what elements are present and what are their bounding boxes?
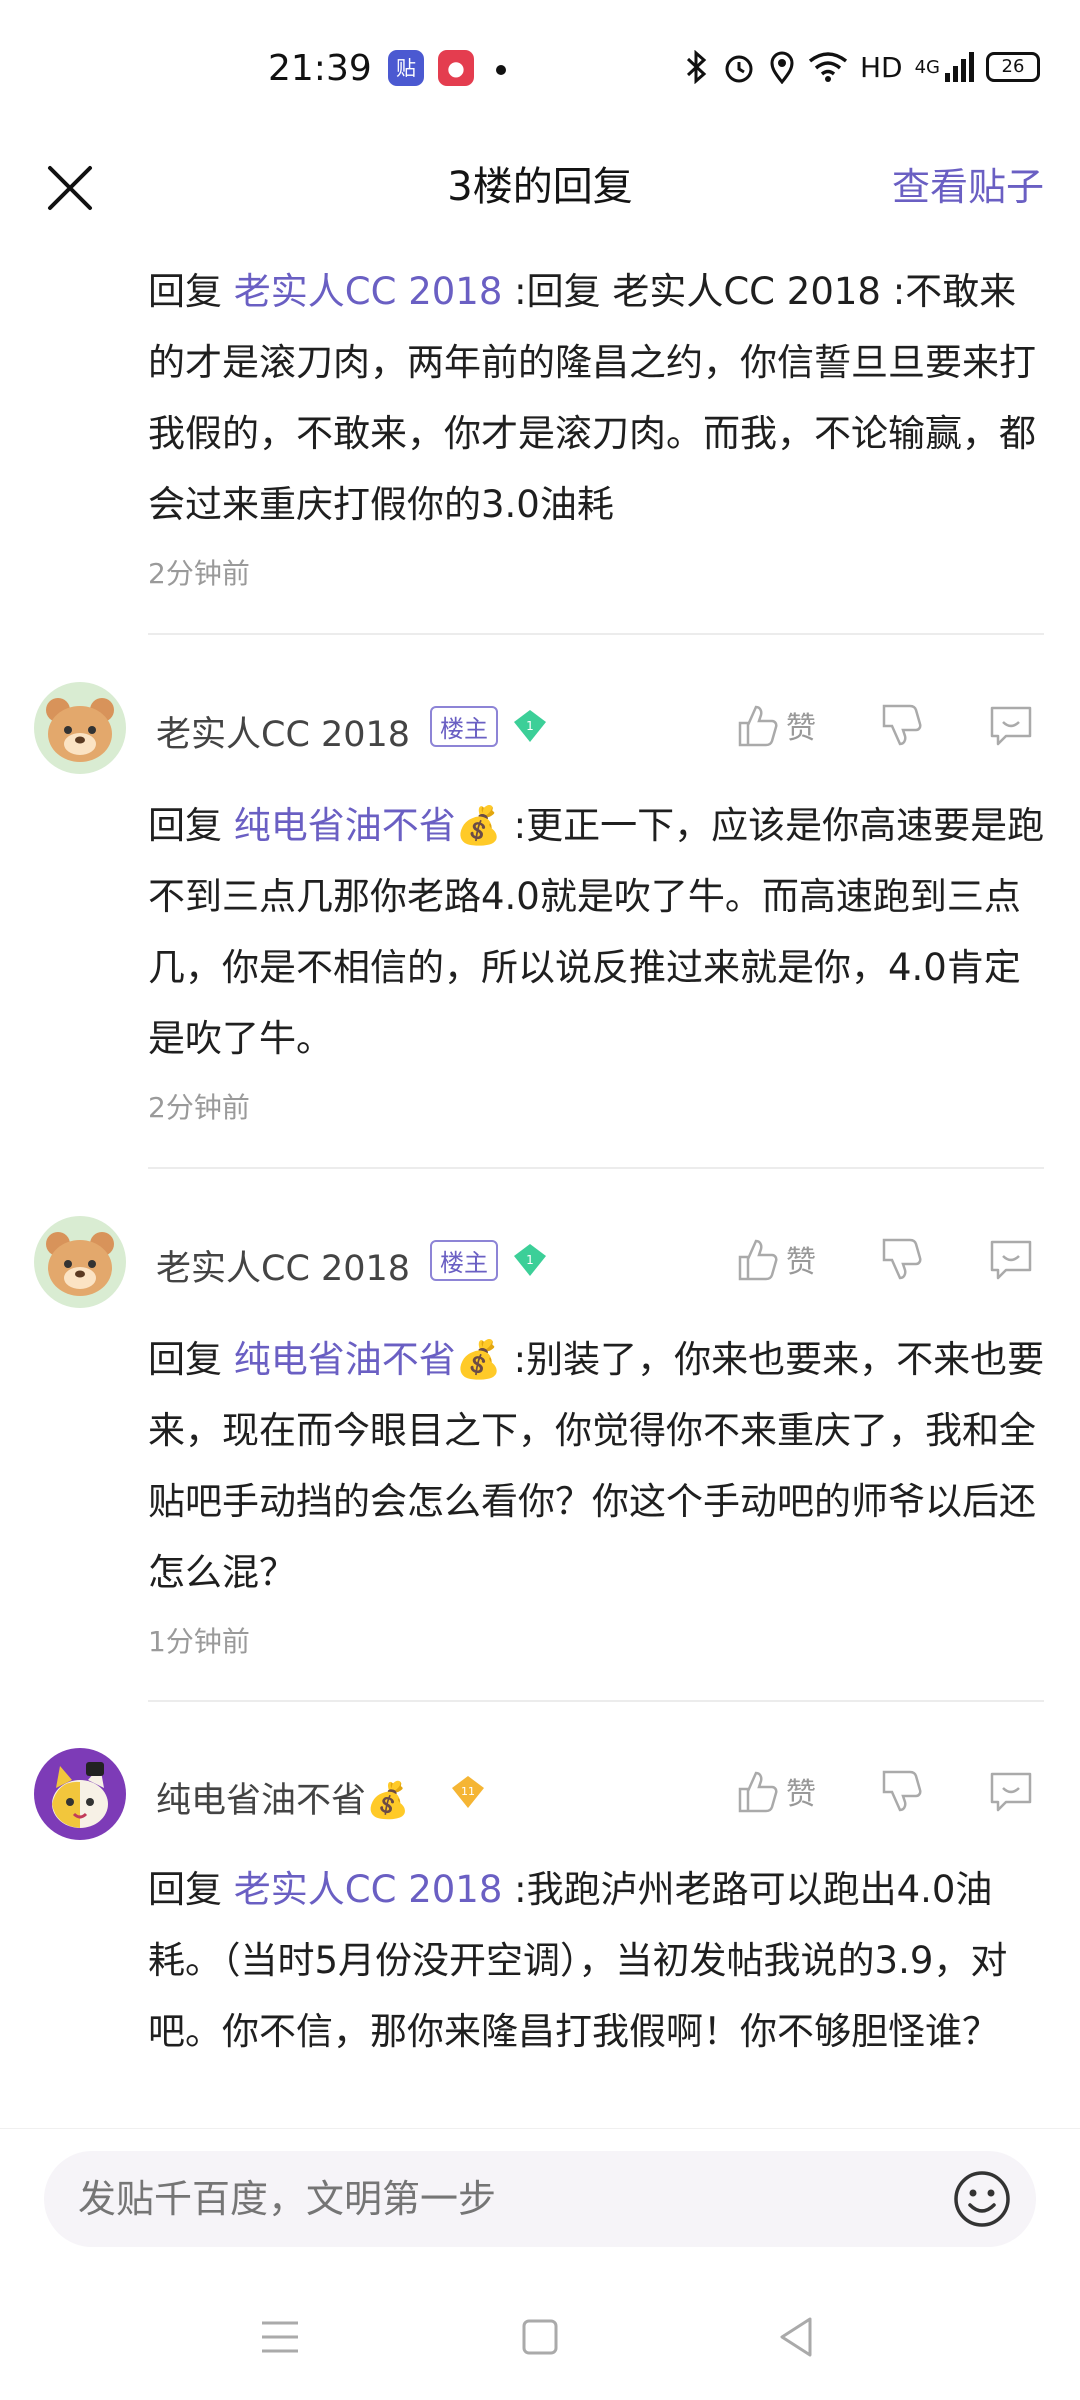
cat-avatar-icon (34, 1748, 126, 1840)
reply-content: 回复 老实人CC 2018 :我跑泸州老路可以跑出4.0油耗。（当时5月份没开空… (148, 1854, 1046, 2067)
thumbs-up-icon (738, 705, 778, 747)
like-button[interactable]: 赞 (736, 1764, 816, 1818)
view-post-link[interactable]: 查看贴子 (892, 156, 1044, 211)
like-label: 赞 (786, 711, 816, 746)
username[interactable]: 老实人CC 2018 (156, 1240, 410, 1291)
alarm-icon (725, 55, 753, 83)
reply-prefix: 回复 (148, 270, 222, 313)
reply-content: 回复 纯电省油不省💰 :更正一下，应该是你高速要是跑不到三点几那你老路4.0就是… (148, 790, 1046, 1074)
level-gem-icon: 11 (452, 1776, 484, 1808)
reply-mention-link[interactable]: 纯电省油不省💰 (234, 804, 502, 847)
owner-badge: 楼主 (430, 1240, 498, 1281)
username[interactable]: 老实人CC 2018 (156, 706, 410, 757)
reply-prefix: 回复 (148, 1868, 222, 1911)
wifi-icon (808, 52, 848, 82)
red-app-icon: ● (438, 50, 474, 86)
menu-nav-icon[interactable] (256, 2313, 304, 2361)
avatar[interactable] (34, 1748, 126, 1840)
divider (148, 1167, 1044, 1169)
comment-icon[interactable] (988, 702, 1034, 748)
comment-icon[interactable] (988, 1236, 1034, 1282)
svg-text:1: 1 (526, 1253, 534, 1267)
thumbs-down-icon[interactable] (880, 1768, 922, 1814)
bottom-bar (0, 2128, 1080, 2400)
home-nav-icon[interactable] (516, 2313, 564, 2361)
signal-type-label: 4G (914, 56, 940, 78)
header: 3楼的回复 查看贴子 (0, 140, 1080, 250)
like-label: 赞 (786, 1777, 816, 1812)
reply-prefix: 回复 (148, 1338, 222, 1381)
tieba-app-icon: 贴 (388, 50, 424, 86)
like-button[interactable]: 赞 (736, 698, 816, 752)
reply-time: 1分钟前 (148, 1625, 250, 1658)
owner-badge: 楼主 (430, 706, 498, 747)
thumbs-down-icon[interactable] (880, 1236, 922, 1282)
reply-mention-link[interactable]: 老实人CC 2018 (234, 270, 503, 313)
like-label: 赞 (786, 1245, 816, 1280)
level-gem-icon: 1 (514, 710, 546, 742)
signal-icon (945, 52, 974, 82)
reply-time: 2分钟前 (148, 557, 250, 590)
thumbs-up-icon (738, 1771, 778, 1813)
comment-icon[interactable] (988, 1768, 1034, 1814)
thumbs-down-icon[interactable] (880, 702, 922, 748)
like-button[interactable]: 赞 (736, 1232, 816, 1286)
avatar[interactable] (34, 682, 126, 774)
reply-content: 回复 老实人CC 2018 :回复 老实人CC 2018 :不敢来的才是滚刀肉，… (148, 256, 1046, 540)
notification-dot-icon (496, 65, 506, 75)
status-icons: HD 4G 26 (684, 46, 1040, 88)
username[interactable]: 纯电省油不省💰 (156, 1772, 410, 1823)
reply-time: 2分钟前 (148, 1091, 250, 1124)
svg-text:1: 1 (526, 719, 534, 733)
emoji-icon[interactable] (952, 2169, 1012, 2229)
network-label: HD (859, 50, 903, 84)
bear-avatar-icon (34, 1216, 126, 1308)
svg-text:11: 11 (461, 1785, 475, 1798)
divider (148, 1700, 1044, 1702)
status-time: 21:39 (268, 48, 372, 89)
back-nav-icon[interactable] (772, 2313, 820, 2361)
reply-mention-link[interactable]: 老实人CC 2018 (234, 1868, 503, 1911)
bear-avatar-icon (34, 682, 126, 774)
level-gem-icon: 1 (514, 1244, 546, 1276)
reply-content: 回复 纯电省油不省💰 :别装了，你来也要来，不来也要来，现在而今眼目之下，你觉得… (148, 1324, 1046, 1608)
reply-mention-link[interactable]: 纯电省油不省💰 (234, 1338, 502, 1381)
location-icon (770, 51, 794, 84)
thumbs-up-icon (738, 1239, 778, 1281)
avatar[interactable] (34, 1216, 126, 1308)
status-bar: 21:39 贴 ● HD 4G 26 (0, 0, 1080, 140)
divider (148, 633, 1044, 635)
bluetooth-icon (686, 50, 707, 84)
reply-prefix: 回复 (148, 804, 222, 847)
battery-icon: 26 (986, 52, 1040, 82)
comment-input[interactable] (44, 2151, 1036, 2247)
